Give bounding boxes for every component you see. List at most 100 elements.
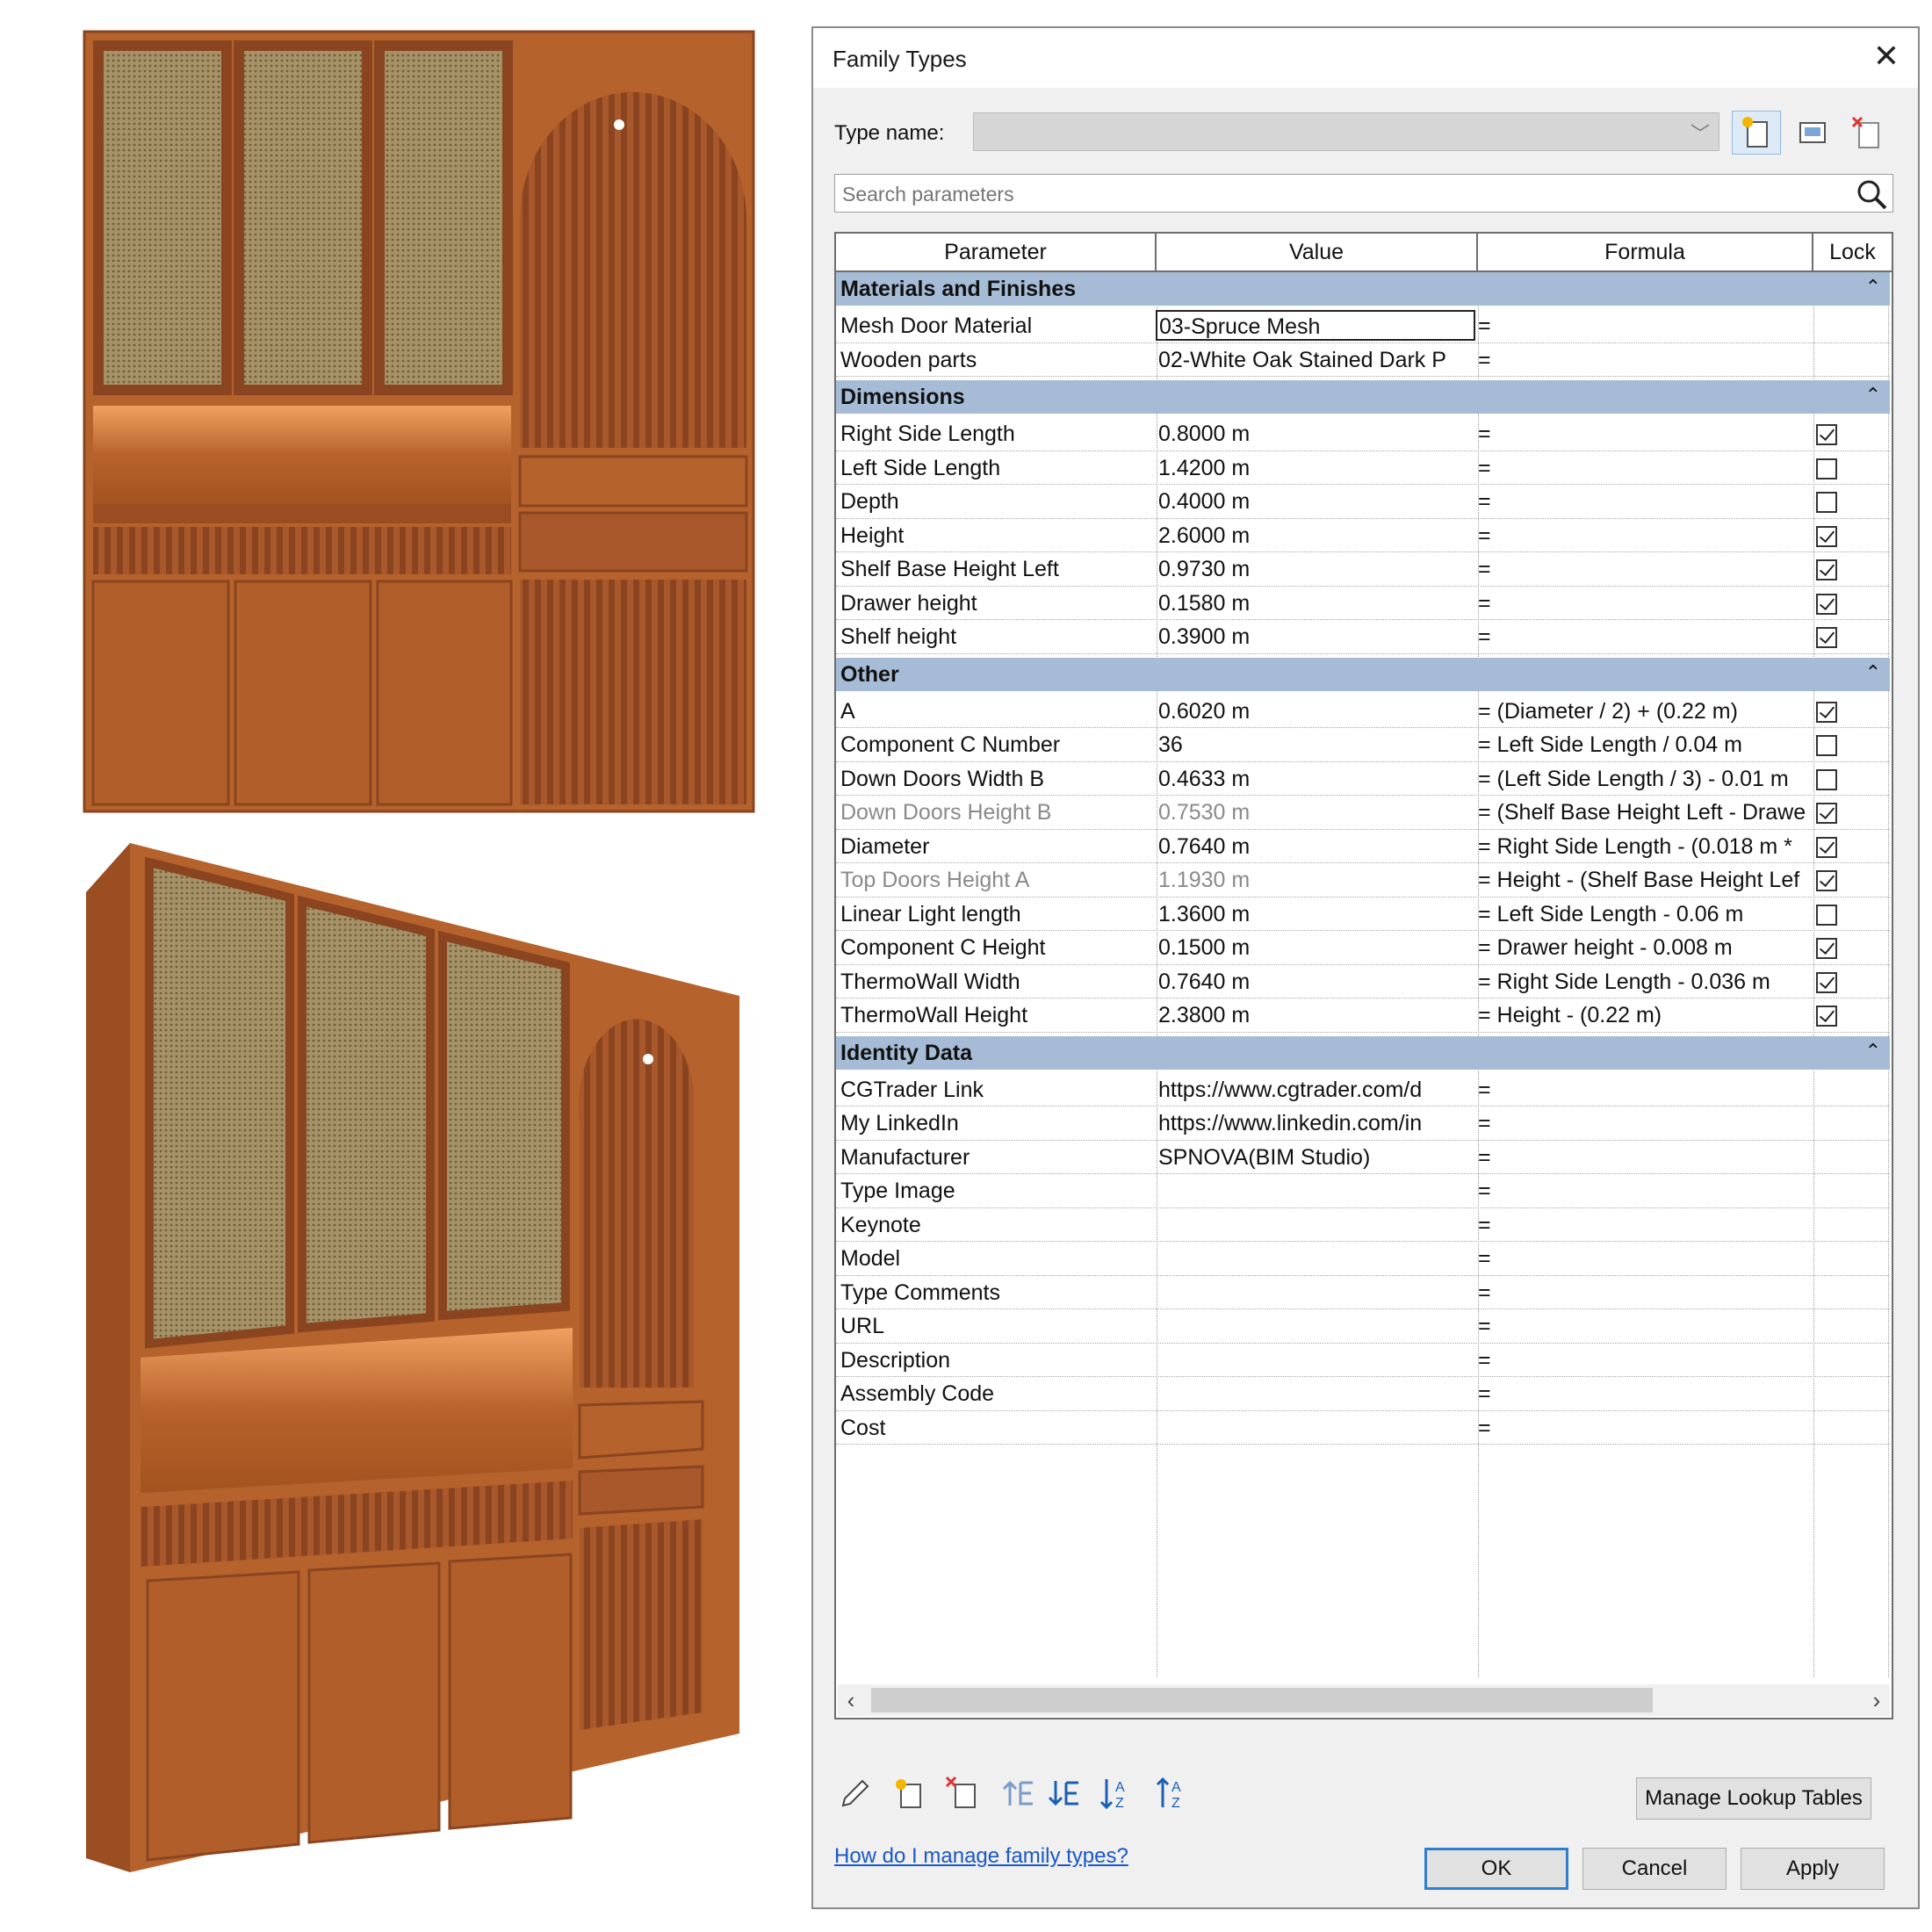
parameter-row[interactable]: Manufacturer SPNOVA(BIM Studio) =: [836, 1141, 1890, 1174]
ok-button[interactable]: OK: [1424, 1848, 1568, 1890]
parameter-value[interactable]: [1158, 1344, 1476, 1377]
parameter-row[interactable]: Height 2.6000 m =: [836, 519, 1890, 552]
parameter-row[interactable]: Keynote =: [836, 1208, 1890, 1242]
group-header[interactable]: Materials and Finishes ⌃: [836, 272, 1890, 306]
parameter-row[interactable]: Shelf height 0.3900 m =: [836, 620, 1890, 654]
lock-checkbox[interactable]: [1816, 836, 1837, 858]
search-input[interactable]: [840, 178, 1836, 210]
close-icon[interactable]: ✕: [1867, 37, 1906, 76]
parameter-row[interactable]: Down Doors Width B 0.4633 m = (Left Side L…: [836, 762, 1890, 796]
collapse-icon[interactable]: ⌃: [1865, 661, 1881, 684]
parameter-value[interactable]: [1158, 1411, 1476, 1445]
parameter-formula[interactable]: =: [1478, 620, 1813, 653]
column-header-formula[interactable]: Formula: [1478, 234, 1813, 270]
parameter-formula[interactable]: = Right Side Length - (0.018 m *: [1478, 830, 1813, 863]
parameter-formula[interactable]: = Left Side Length / 0.04 m: [1478, 728, 1813, 761]
parameter-row[interactable]: URL =: [836, 1309, 1890, 1344]
parameter-value[interactable]: 0.1580 m: [1158, 587, 1476, 620]
parameter-value[interactable]: [1158, 1242, 1476, 1275]
edit-pencil-icon[interactable]: [836, 1774, 875, 1813]
parameter-value[interactable]: 0.3900 m: [1158, 620, 1476, 653]
group-header[interactable]: Other ⌃: [836, 657, 1890, 691]
parameter-formula[interactable]: = (Diameter / 2) + (0.22 m): [1478, 695, 1813, 728]
parameter-row[interactable]: Top Doors Height A 1.1930 m = Height - (Sh…: [836, 863, 1890, 898]
parameter-formula[interactable]: =: [1478, 519, 1813, 552]
parameter-value[interactable]: [1158, 1174, 1476, 1208]
move-up-icon[interactable]: [999, 1774, 1038, 1813]
lock-checkbox[interactable]: [1816, 627, 1837, 648]
parameter-value[interactable]: 0.8000 m: [1158, 417, 1476, 451]
parameter-value[interactable]: 1.1930 m: [1158, 863, 1476, 897]
parameter-row[interactable]: Type Comments =: [836, 1276, 1890, 1309]
manage-lookup-tables-button[interactable]: Manage Lookup Tables: [1636, 1777, 1871, 1820]
parameter-value[interactable]: [1158, 1309, 1476, 1343]
parameter-formula[interactable]: =: [1478, 417, 1813, 451]
parameter-formula[interactable]: = Left Side Length - 0.06 m: [1478, 898, 1813, 931]
parameter-value[interactable]: 03-Spruce Mesh: [1156, 310, 1475, 341]
cancel-button[interactable]: Cancel: [1582, 1848, 1727, 1890]
parameter-formula[interactable]: = (Left Side Length / 3) - 0.01 m: [1478, 762, 1813, 796]
sort-ascending-icon[interactable]: AZ: [1098, 1774, 1136, 1813]
parameter-row[interactable]: CGTrader Link https://www.cgtrader.com/d =: [836, 1073, 1890, 1107]
parameter-row[interactable]: My LinkedIn https://www.linkedin.com/in =: [836, 1107, 1890, 1141]
parameter-row[interactable]: ThermoWall Width 0.7640 m = Right Side Len…: [836, 965, 1890, 998]
parameter-value[interactable]: 02-White Oak Stained Dark P: [1158, 343, 1476, 377]
parameter-formula[interactable]: = Drawer height - 0.008 m: [1478, 931, 1813, 964]
lock-checkbox[interactable]: [1816, 904, 1837, 926]
parameter-value[interactable]: [1158, 1208, 1476, 1242]
parameter-value[interactable]: 1.3600 m: [1158, 898, 1476, 931]
search-icon[interactable]: [1854, 177, 1889, 212]
move-down-icon[interactable]: [1045, 1774, 1084, 1813]
lock-checkbox[interactable]: [1816, 803, 1837, 824]
parameter-formula[interactable]: = Right Side Length - 0.036 m: [1478, 965, 1813, 998]
parameter-row[interactable]: Component C Number 36 = Left Side Length /…: [836, 728, 1890, 762]
parameter-formula[interactable]: =: [1478, 1107, 1813, 1140]
parameter-formula[interactable]: = (Shelf Base Height Left - Drawe: [1478, 796, 1813, 829]
parameter-row[interactable]: Shelf Base Height Left 0.9730 m =: [836, 552, 1890, 587]
parameter-formula[interactable]: =: [1478, 1411, 1813, 1445]
parameter-value[interactable]: 0.9730 m: [1158, 552, 1476, 586]
parameter-value[interactable]: 0.6020 m: [1158, 695, 1476, 728]
parameter-row[interactable]: Right Side Length 0.8000 m =: [836, 417, 1890, 451]
lock-checkbox[interactable]: [1816, 492, 1837, 513]
apply-button[interactable]: Apply: [1741, 1848, 1885, 1890]
column-header-lock[interactable]: Lock: [1813, 234, 1892, 270]
column-header-value[interactable]: Value: [1157, 234, 1478, 270]
help-link[interactable]: How do I manage family types?: [834, 1844, 1128, 1869]
new-type-button[interactable]: [1732, 111, 1781, 155]
group-header[interactable]: Identity Data ⌃: [836, 1035, 1890, 1070]
scroll-thumb[interactable]: [871, 1688, 1653, 1712]
parameter-formula[interactable]: =: [1478, 1309, 1813, 1343]
parameter-formula[interactable]: =: [1478, 552, 1813, 586]
parameter-row[interactable]: Drawer height 0.1580 m =: [836, 587, 1890, 620]
collapse-icon[interactable]: ⌃: [1865, 276, 1881, 299]
lock-checkbox[interactable]: [1816, 971, 1837, 993]
parameter-value[interactable]: [1158, 1276, 1476, 1309]
sort-descending-icon[interactable]: AZ: [1154, 1774, 1193, 1813]
parameter-row[interactable]: Model =: [836, 1242, 1890, 1276]
parameter-formula[interactable]: =: [1478, 1073, 1813, 1107]
parameter-formula[interactable]: =: [1478, 1377, 1813, 1410]
lock-checkbox[interactable]: [1816, 424, 1837, 445]
scroll-right-icon[interactable]: ›: [1864, 1684, 1890, 1716]
parameter-row[interactable]: Type Image =: [836, 1174, 1890, 1208]
lock-checkbox[interactable]: [1816, 593, 1837, 615]
parameter-value[interactable]: 36: [1158, 728, 1476, 761]
parameter-value[interactable]: https://www.cgtrader.com/d: [1158, 1073, 1476, 1107]
column-header-parameter[interactable]: Parameter: [836, 234, 1157, 270]
parameter-row[interactable]: Left Side Length 1.4200 m =: [836, 451, 1890, 485]
parameter-formula[interactable]: = Height - (0.22 m): [1478, 998, 1813, 1032]
horizontal-scrollbar[interactable]: ‹ ›: [838, 1684, 1890, 1716]
group-header[interactable]: Dimensions ⌃: [836, 380, 1890, 414]
parameter-formula[interactable]: =: [1478, 1276, 1813, 1309]
parameter-value[interactable]: 0.7640 m: [1158, 830, 1476, 863]
lock-checkbox[interactable]: [1816, 701, 1837, 723]
lock-checkbox[interactable]: [1816, 1006, 1837, 1027]
parameter-formula[interactable]: =: [1478, 587, 1813, 620]
lock-checkbox[interactable]: [1816, 525, 1837, 547]
parameter-formula[interactable]: =: [1478, 451, 1813, 485]
collapse-icon[interactable]: ⌃: [1865, 1040, 1881, 1063]
parameter-formula[interactable]: =: [1478, 1174, 1813, 1208]
parameter-row[interactable]: Mesh Door Material 03-Spruce Mesh =: [836, 309, 1890, 343]
parameter-formula[interactable]: =: [1478, 309, 1813, 342]
